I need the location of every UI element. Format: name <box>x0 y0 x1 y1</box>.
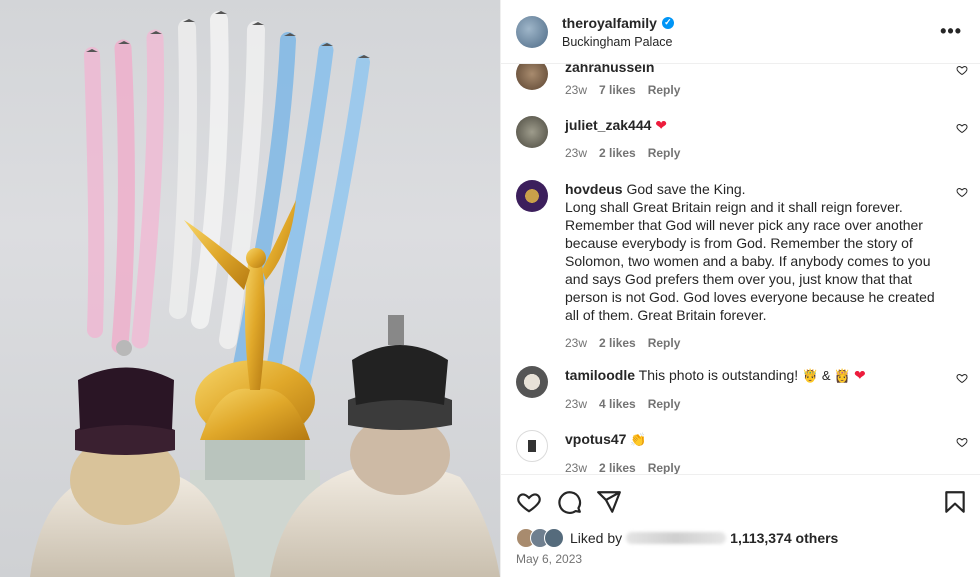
reply-button[interactable]: Reply <box>648 459 681 474</box>
comment-icon[interactable] <box>556 489 582 515</box>
post-detail-panel: theroyalfamily ✓ Buckingham Palace ••• z… <box>500 0 980 577</box>
share-icon[interactable] <box>596 489 622 515</box>
heart-icon[interactable] <box>516 489 542 515</box>
profile-avatar[interactable] <box>516 15 548 48</box>
comment-username[interactable]: vpotus47 <box>565 431 626 447</box>
comment-age[interactable]: 23w <box>565 334 587 352</box>
reply-button[interactable]: Reply <box>648 395 681 413</box>
comment-item: zahrahussein 23w 7 likes Reply <box>516 64 968 99</box>
comment-username[interactable]: tamiloodle <box>565 367 635 383</box>
comment-avatar[interactable] <box>516 430 548 462</box>
reply-button[interactable]: Reply <box>648 81 681 99</box>
comment-text: God save the King. Long shall Great Brit… <box>565 181 935 323</box>
liker-avatars[interactable] <box>516 528 564 548</box>
post-photo[interactable] <box>0 0 500 577</box>
comment-age[interactable]: 23w <box>565 81 587 99</box>
more-options-icon[interactable]: ••• <box>936 21 966 42</box>
liked-by-label: Liked by <box>570 530 623 546</box>
profile-username[interactable]: theroyalfamily <box>562 15 657 31</box>
post-location[interactable]: Buckingham Palace <box>562 35 936 49</box>
comment-username[interactable]: juliet_zak444 <box>565 117 651 133</box>
comment-item: tamiloodle This photo is outstanding! 🤴 … <box>516 366 968 413</box>
comment-avatar[interactable] <box>516 180 548 212</box>
comment-likes[interactable]: 7 likes <box>599 81 636 99</box>
emoji-group: 🤴 & 👸 ❤ <box>802 367 866 383</box>
like-comment-heart-icon[interactable] <box>956 186 968 198</box>
post-date[interactable]: May 6, 2023 <box>516 552 582 566</box>
comment-age[interactable]: 23w <box>565 144 587 162</box>
comment-age[interactable]: 23w <box>565 395 587 413</box>
comment-age[interactable]: 23w <box>565 459 587 474</box>
reply-button[interactable]: Reply <box>648 144 681 162</box>
clapping-emoji: 👏 <box>630 432 647 447</box>
reply-button[interactable]: Reply <box>648 334 681 352</box>
blurred-username <box>626 532 727 544</box>
like-comment-heart-icon[interactable] <box>956 64 968 76</box>
likes-summary: Liked by 1,113,374 others <box>516 528 838 548</box>
verified-badge-icon: ✓ <box>661 16 674 29</box>
like-comment-heart-icon[interactable] <box>956 372 968 384</box>
comment-username[interactable]: zahrahussein <box>565 64 654 75</box>
like-comment-heart-icon[interactable] <box>956 122 968 134</box>
comment-likes[interactable]: 2 likes <box>599 334 636 352</box>
comment-list[interactable]: zahrahussein 23w 7 likes Reply juliet_za… <box>501 64 980 474</box>
post-header: theroyalfamily ✓ Buckingham Palace ••• <box>501 0 980 64</box>
comment-likes[interactable]: 2 likes <box>599 459 636 474</box>
comment-avatar[interactable] <box>516 116 548 148</box>
flypast-photo-illustration <box>30 11 500 577</box>
bookmark-icon[interactable] <box>942 489 968 515</box>
comment-text: This photo is outstanding! <box>638 367 799 383</box>
post-actions <box>516 488 968 516</box>
comment-likes[interactable]: 4 likes <box>599 395 636 413</box>
likes-count[interactable]: 1,113,374 others <box>730 530 838 546</box>
actions-divider <box>501 474 980 475</box>
comment-username[interactable]: hovdeus <box>565 181 623 197</box>
comment-item: juliet_zak444 ❤ 23w 2 likes Reply <box>516 116 968 162</box>
comment-item: hovdeus God save the King. Long shall Gr… <box>516 180 968 352</box>
comment-avatar[interactable] <box>516 64 548 90</box>
comment-avatar[interactable] <box>516 366 548 398</box>
red-heart-emoji: ❤ <box>655 117 668 133</box>
comment-likes[interactable]: 2 likes <box>599 144 636 162</box>
like-comment-heart-icon[interactable] <box>956 436 968 448</box>
comment-item: vpotus47 👏 23w 2 likes Reply <box>516 430 968 474</box>
